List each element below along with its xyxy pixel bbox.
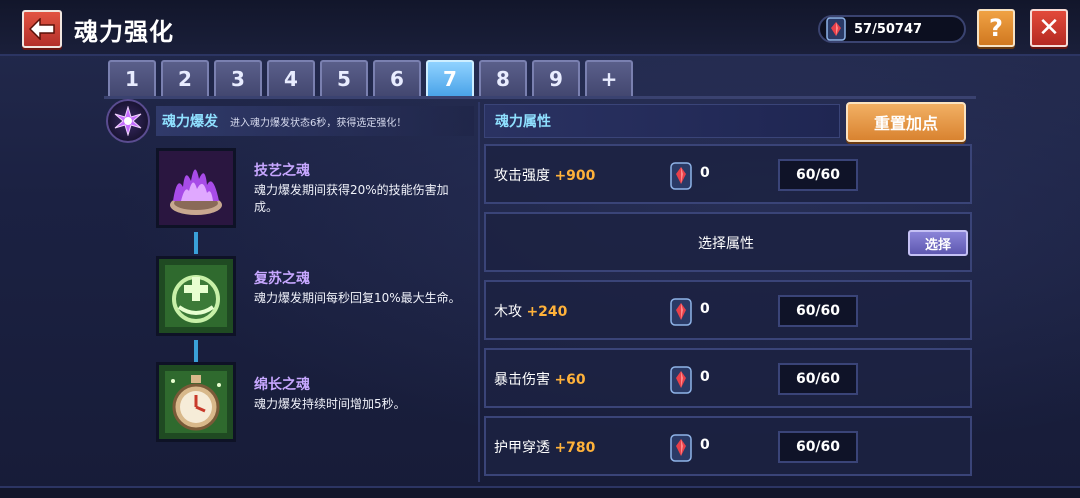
skill-description: 魂力爆发期间获得20%的技能伤害加成。: [254, 183, 449, 214]
reset-points-button[interactable]: 重置加点: [846, 102, 966, 142]
soul-gem-icon: [670, 434, 692, 462]
close-button[interactable]: ✕: [1030, 9, 1068, 47]
back-button[interactable]: [22, 10, 62, 48]
skill-description: 魂力爆发持续时间增加5秒。: [254, 397, 406, 411]
skill-description: 魂力爆发期间每秒回复10%最大生命。: [254, 291, 461, 305]
attribute-row: 暴击伤害 +60 0 60/60: [484, 348, 972, 408]
tab-add[interactable]: +: [585, 60, 633, 96]
attribute-count: 0: [700, 437, 710, 453]
attribute-bonus: +780: [554, 440, 596, 456]
skill-item-2[interactable]: 复苏之魂 魂力爆发期间每秒回复10%最大生命。: [156, 256, 476, 336]
tab-4[interactable]: 4: [267, 60, 315, 96]
close-icon: ✕: [1038, 13, 1060, 43]
skill-name: 复苏之魂: [254, 271, 310, 287]
attribute-bonus: +60: [554, 372, 586, 388]
skill-name: 技艺之魂: [254, 163, 310, 179]
soul-gem-icon: [826, 17, 846, 41]
question-mark-icon: ?: [989, 14, 1003, 42]
arrow-left-icon: [29, 18, 55, 40]
attribute-label: 木攻 +240: [494, 301, 567, 321]
attribute-row: 木攻 +240 0 60/60: [484, 280, 972, 340]
select-attribute-row: 选择属性 选择: [484, 212, 972, 272]
attribute-row: 护甲穿透 +780 0 60/60: [484, 416, 972, 476]
attribute-bonus: +900: [554, 168, 596, 184]
attribute-row: 攻击强度 +900 0 60/60: [484, 144, 972, 204]
soul-gem-icon: [670, 366, 692, 394]
burst-header: 魂力爆发 进入魂力爆发状态6秒，获得选定强化！: [106, 99, 474, 143]
tab-5[interactable]: 5: [320, 60, 368, 96]
attribute-bonus: +240: [526, 304, 568, 320]
attribute-label: 护甲穿透 +780: [494, 437, 595, 457]
attribute-count: 0: [700, 369, 710, 385]
attribute-progress: 60/60: [778, 295, 858, 327]
attribute-progress: 60/60: [778, 431, 858, 463]
tab-divider: [104, 96, 976, 99]
burst-description: 进入魂力爆发状态6秒，获得选定强化！: [230, 117, 407, 129]
attribute-name: 暴击伤害: [494, 372, 550, 388]
attribute-progress: 60/60: [778, 159, 858, 191]
attribute-name: 护甲穿透: [494, 440, 550, 456]
bottom-bar: [0, 486, 1080, 498]
help-button[interactable]: ?: [977, 9, 1015, 47]
select-button[interactable]: 选择: [908, 230, 968, 256]
soul-gem-icon: [670, 162, 692, 190]
panel-divider: [478, 102, 480, 482]
star-burst-icon: [106, 99, 150, 143]
page-title: 魂力强化: [74, 18, 174, 46]
tab-7[interactable]: 7: [426, 60, 474, 96]
tab-8[interactable]: 8: [479, 60, 527, 96]
tab-2[interactable]: 2: [161, 60, 209, 96]
attribute-count: 0: [700, 301, 710, 317]
skill-item-1[interactable]: 技艺之魂 魂力爆发期间获得20%的技能伤害加成。: [156, 148, 476, 228]
skill-connector: [194, 340, 198, 362]
attribute-progress: 60/60: [778, 363, 858, 395]
soul-currency-display: 57/50747: [818, 15, 966, 43]
skill-item-3[interactable]: 绵长之魂 魂力爆发持续时间增加5秒。: [156, 362, 476, 442]
select-attribute-label: 选择属性: [698, 236, 754, 252]
tab-9[interactable]: 9: [532, 60, 580, 96]
page-tabs: 1 2 3 4 5 6 7 8 9 +: [108, 60, 633, 96]
attribute-count: 0: [700, 165, 710, 181]
purple-flame-skill-icon: [156, 148, 236, 228]
skill-connector: [194, 232, 198, 254]
currency-value: 57/50747: [854, 21, 923, 37]
tab-1[interactable]: 1: [108, 60, 156, 96]
top-bar: 魂力强化 57/50747 ? ✕: [0, 0, 1080, 56]
attributes-header: 魂力属性: [484, 104, 840, 138]
burst-title: 魂力爆发: [162, 114, 218, 130]
skill-name: 绵长之魂: [254, 377, 310, 393]
stopwatch-skill-icon: [156, 362, 236, 442]
attribute-label: 攻击强度 +900: [494, 165, 595, 185]
attribute-name: 木攻: [494, 304, 522, 320]
attribute-label: 暴击伤害 +60: [494, 369, 586, 389]
attribute-name: 攻击强度: [494, 168, 550, 184]
tab-6[interactable]: 6: [373, 60, 421, 96]
green-revive-skill-icon: [156, 256, 236, 336]
tab-3[interactable]: 3: [214, 60, 262, 96]
soul-gem-icon: [670, 298, 692, 326]
burst-bar: 魂力爆发 进入魂力爆发状态6秒，获得选定强化！: [156, 106, 474, 136]
